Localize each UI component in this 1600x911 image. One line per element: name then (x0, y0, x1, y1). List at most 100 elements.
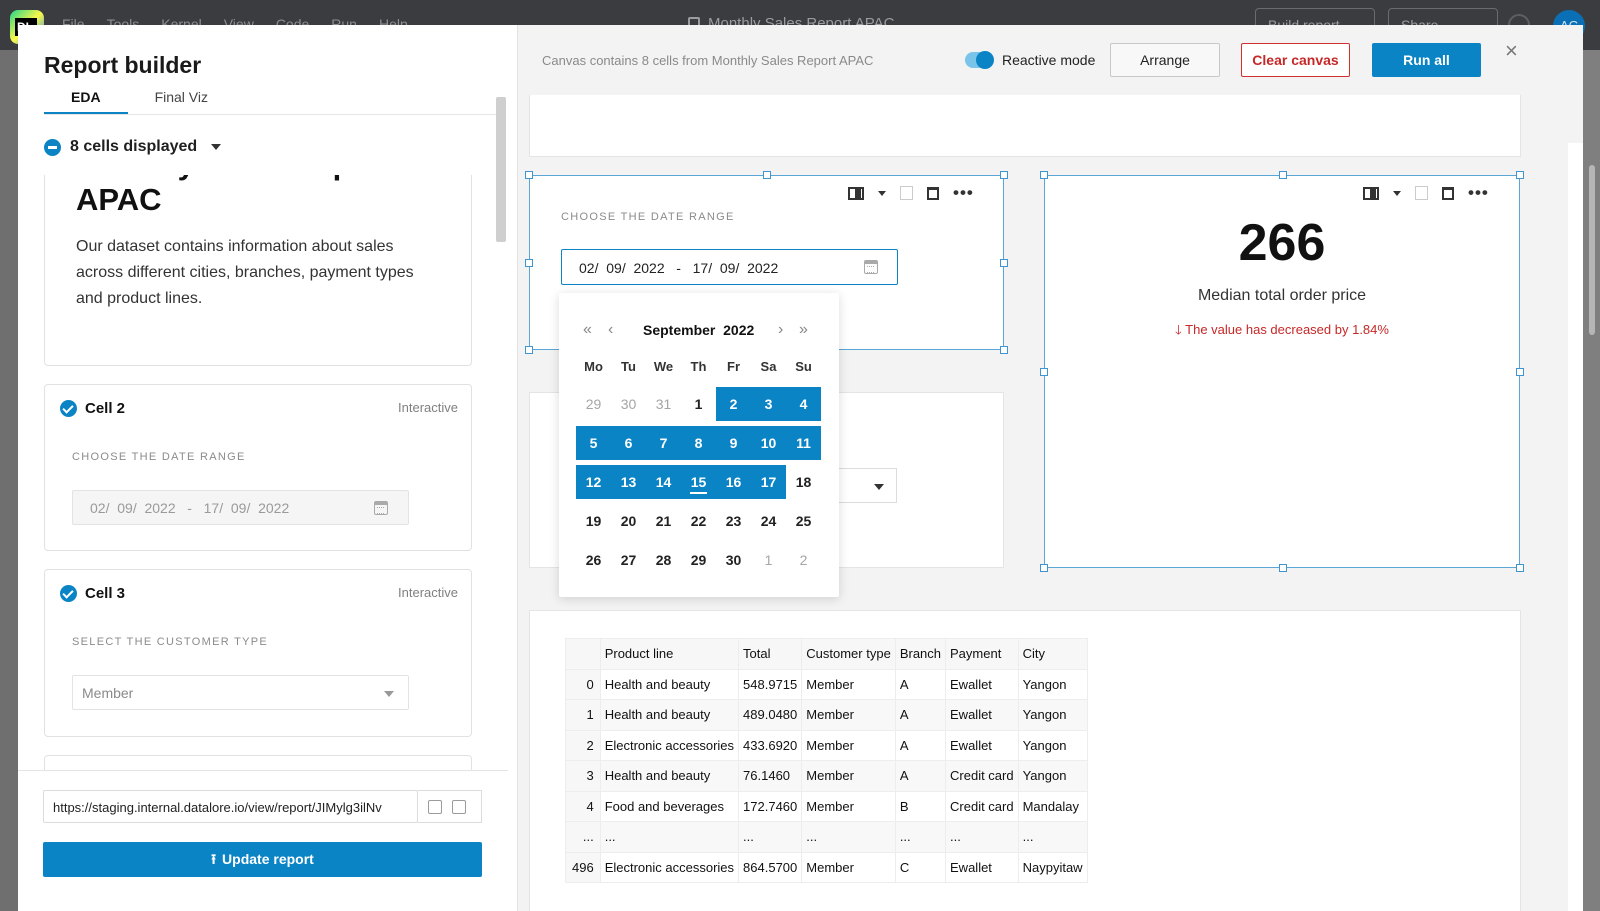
calendar-day[interactable]: 2 (716, 387, 751, 421)
prev-month-icon[interactable]: ‹ (608, 321, 613, 339)
more-icon[interactable]: ••• (1468, 184, 1489, 201)
reactive-mode-toggle[interactable] (965, 51, 994, 69)
run-all-button[interactable]: Run all (1372, 43, 1481, 77)
calendar-day[interactable]: 6 (611, 426, 646, 460)
date-picker-popup: « ‹ September 2022 › » Mo Tu We Th Fr Sa Su 29 3… (559, 293, 839, 597)
calendar-day[interactable]: 2 (786, 543, 821, 577)
cell-card-1[interactable]: Monthly Sales Report APAC Our dataset co… (44, 175, 472, 366)
resize-handle[interactable] (763, 171, 771, 179)
resize-handle[interactable] (1516, 368, 1524, 376)
calendar-day[interactable]: 27 (611, 543, 646, 577)
update-report-button[interactable]: ⭱ Update report (43, 842, 482, 877)
checkbox-checked-icon[interactable] (60, 585, 77, 602)
open-link-icon[interactable] (428, 800, 442, 814)
canvas-cell-metric[interactable]: ••• 266 Median total order price 🡓 The v… (1040, 171, 1524, 572)
calendar-day[interactable]: 15 (681, 465, 716, 499)
resize-handle[interactable] (1516, 564, 1524, 572)
resize-handle[interactable] (1040, 564, 1048, 572)
next-year-icon[interactable]: » (799, 321, 808, 339)
resize-handle[interactable] (525, 259, 533, 267)
layout-icon[interactable] (1363, 186, 1379, 200)
calendar-day[interactable]: 24 (751, 504, 786, 538)
calendar-day[interactable]: 25 (786, 504, 821, 538)
date-range-input[interactable]: 02/ 09/ 2022 - 17/ 09/ 2022 (561, 249, 898, 285)
calendar-day[interactable]: 17 (751, 465, 786, 499)
table-cell: 3 (565, 760, 601, 792)
chevron-down-icon[interactable] (1393, 190, 1401, 196)
prev-year-icon[interactable]: « (583, 321, 592, 339)
info-icon[interactable] (1415, 186, 1428, 200)
next-month-icon[interactable]: › (778, 321, 783, 339)
resize-handle[interactable] (1000, 171, 1008, 179)
resize-handle[interactable] (525, 346, 533, 354)
resize-handle[interactable] (1516, 171, 1524, 179)
calendar-day[interactable]: 1 (751, 543, 786, 577)
calendar-day[interactable]: 19 (576, 504, 611, 538)
resize-handle[interactable] (1040, 368, 1048, 376)
cell-card-3[interactable]: Cell 3 Interactive SELECT THE CUSTOMER T… (44, 569, 472, 737)
tab-final-viz[interactable]: Final Viz (128, 87, 235, 115)
trash-icon[interactable] (1442, 186, 1454, 200)
chevron-down-icon[interactable] (211, 144, 222, 150)
canvas-scrollbar[interactable] (1568, 143, 1583, 911)
calendar-month-year[interactable]: September 2022 (643, 322, 754, 338)
close-icon[interactable]: × (1505, 38, 1518, 64)
resize-handle[interactable] (1040, 171, 1048, 179)
calendar-day[interactable]: 8 (681, 426, 716, 460)
resize-handle[interactable] (1279, 564, 1287, 572)
calendar-day[interactable]: 13 (611, 465, 646, 499)
calendar-day[interactable]: 21 (646, 504, 681, 538)
more-icon[interactable]: ••• (953, 184, 974, 201)
calendar-day[interactable]: 18 (786, 465, 821, 499)
cells-displayed-dropdown[interactable]: 8 cells displayed (44, 138, 222, 156)
copy-icon[interactable] (452, 800, 466, 814)
calendar-day[interactable]: 12 (576, 465, 611, 499)
table-header-cell: Product line (599, 638, 740, 670)
calendar-day[interactable]: 20 (611, 504, 646, 538)
canvas-info: Canvas contains 8 cells from Monthly Sal… (542, 53, 874, 68)
calendar-day[interactable]: 3 (751, 387, 786, 421)
table-header-cell: Customer type (801, 638, 896, 670)
calendar-day[interactable]: 23 (716, 504, 751, 538)
partial-select-icon[interactable] (44, 138, 61, 156)
chevron-down-icon[interactable] (878, 190, 886, 196)
calendar-day[interactable]: 22 (681, 504, 716, 538)
calendar-icon[interactable] (864, 260, 878, 274)
report-url-field[interactable]: https://staging.internal.datalore.io/vie… (43, 790, 418, 823)
update-report-label: Update report (222, 851, 314, 867)
calendar-day[interactable]: 16 (716, 465, 751, 499)
trash-icon[interactable] (927, 186, 939, 200)
calendar-day[interactable]: 7 (646, 426, 681, 460)
layout-icon[interactable] (848, 186, 864, 200)
calendar-day[interactable]: 26 (576, 543, 611, 577)
calendar-day[interactable]: 5 (576, 426, 611, 460)
calendar-day[interactable]: 29 (576, 387, 611, 421)
calendar-day[interactable]: 10 (751, 426, 786, 460)
calendar-day[interactable]: 28 (646, 543, 681, 577)
resize-handle[interactable] (1000, 346, 1008, 354)
customer-type-select[interactable] (836, 468, 897, 503)
clear-canvas-button[interactable]: Clear canvas (1241, 43, 1350, 77)
canvas-cell-table[interactable]: Product line Total Customer type Branch Paym… (529, 610, 1521, 911)
checkbox-checked-icon[interactable] (60, 400, 77, 417)
panel-scrollbar[interactable] (496, 97, 506, 242)
resize-handle[interactable] (1000, 259, 1008, 267)
calendar-day[interactable]: 4 (786, 387, 821, 421)
resize-handle[interactable] (525, 171, 533, 179)
tab-eda[interactable]: EDA (44, 87, 128, 115)
calendar-day[interactable]: 31 (646, 387, 681, 421)
calendar-day[interactable]: 14 (646, 465, 681, 499)
arrange-button[interactable]: Arrange (1110, 43, 1220, 77)
calendar-day[interactable]: 30 (716, 543, 751, 577)
calendar-day[interactable]: 1 (681, 387, 716, 421)
info-icon[interactable] (900, 186, 913, 200)
calendar-day[interactable]: 11 (786, 426, 821, 460)
calendar-day[interactable]: 29 (681, 543, 716, 577)
calendar-day[interactable]: 9 (716, 426, 751, 460)
canvas-cell-heading[interactable] (529, 95, 1521, 157)
calendar-day[interactable]: 30 (611, 387, 646, 421)
cell-card-2[interactable]: Cell 2 Interactive CHOOSE THE DATE RANGE… (44, 384, 472, 551)
table-cell: Member (801, 760, 896, 792)
chevron-down-icon[interactable] (874, 484, 884, 490)
resize-handle[interactable] (1279, 171, 1287, 179)
